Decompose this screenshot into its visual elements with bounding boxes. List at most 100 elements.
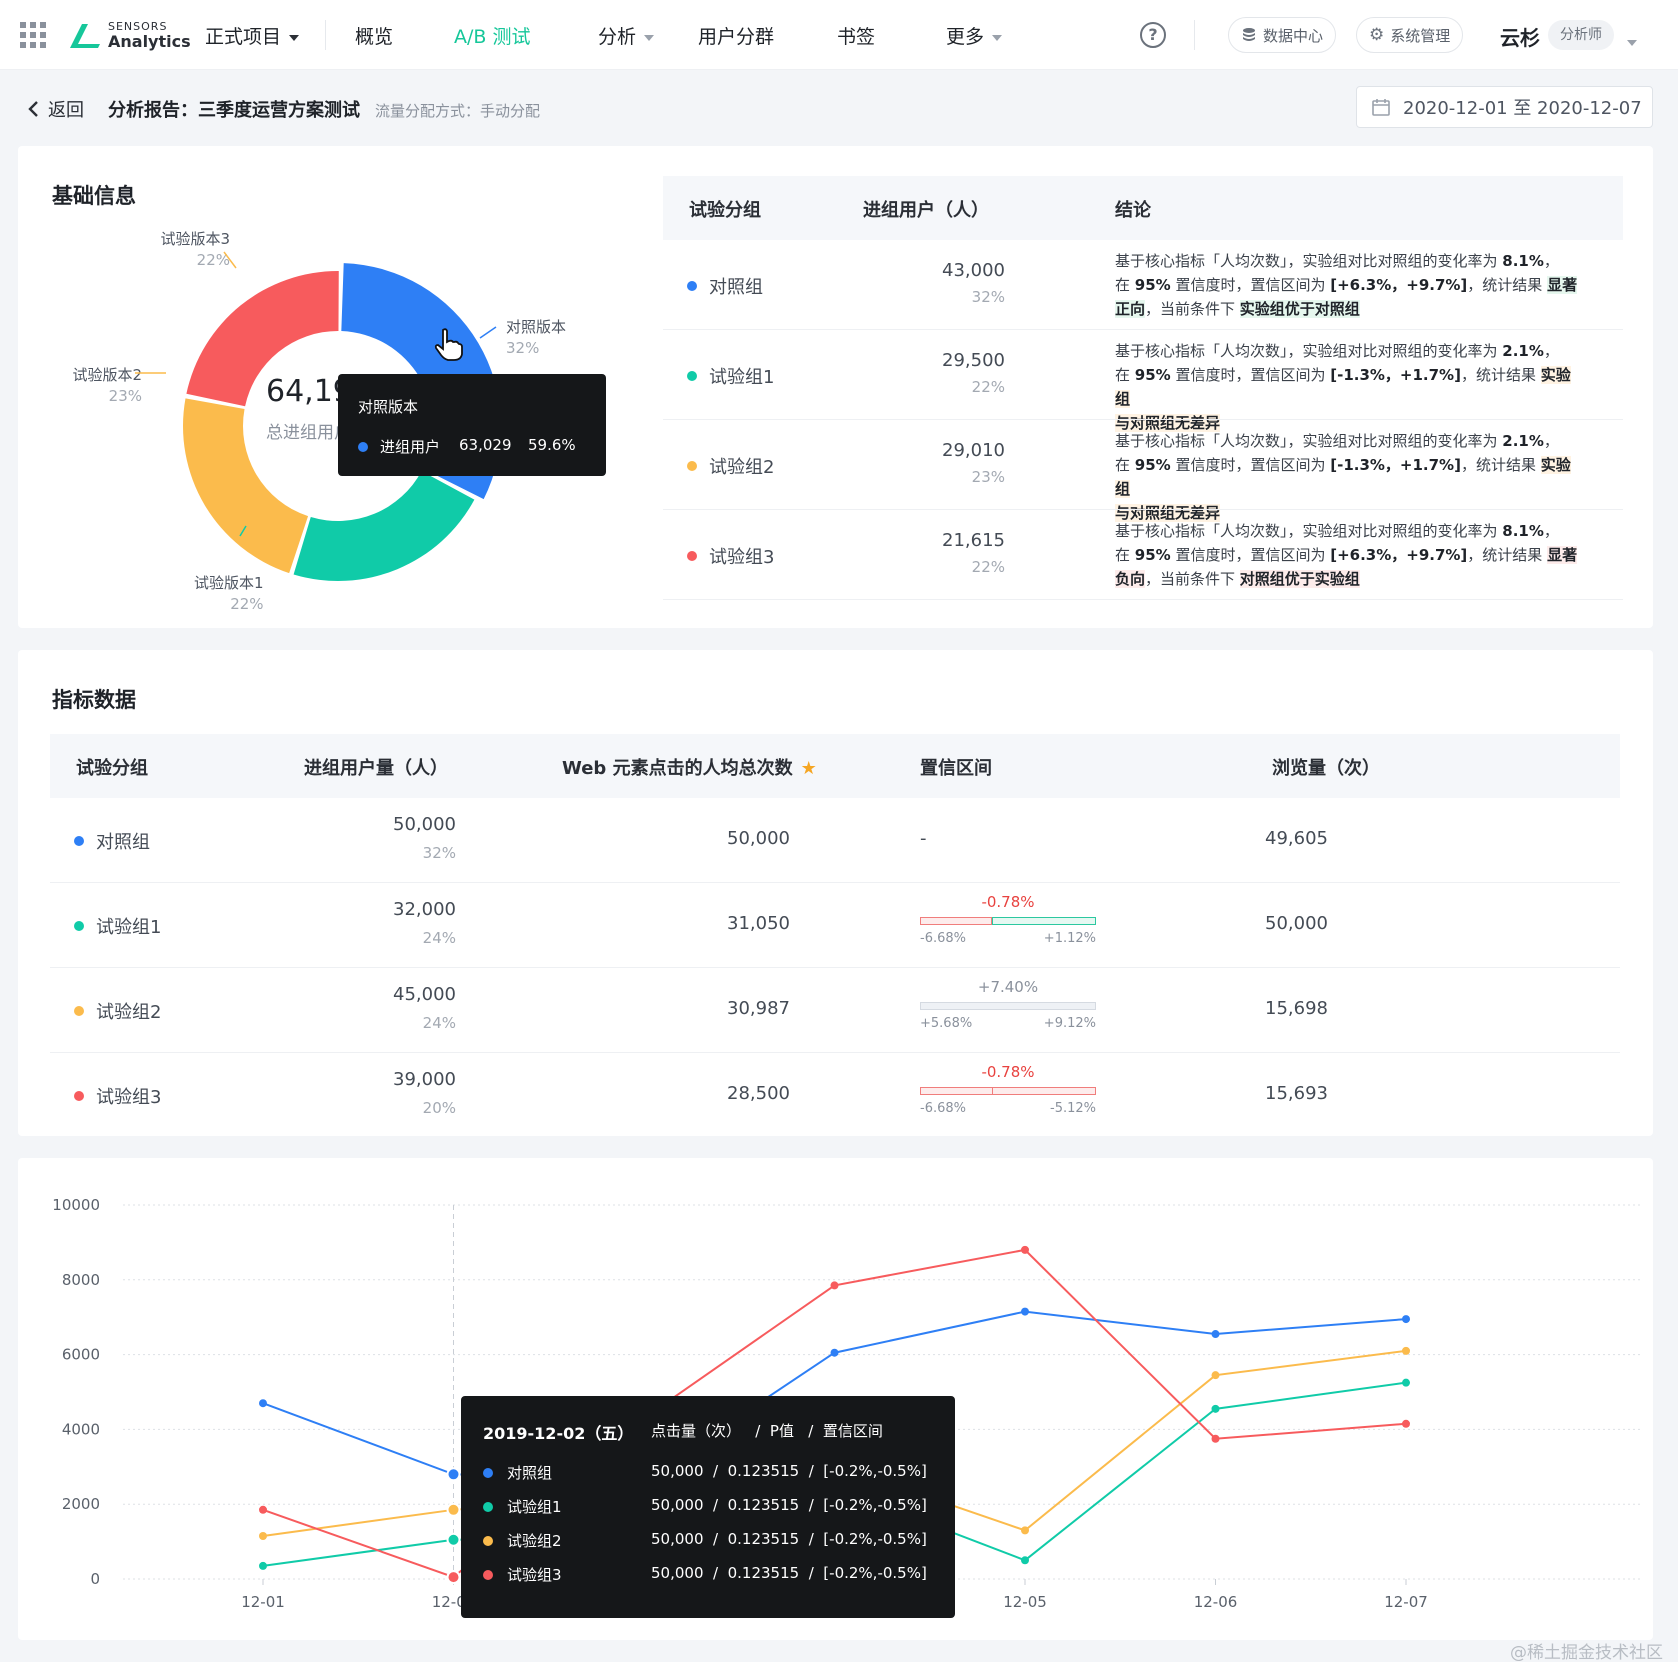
legend-dot [74,921,84,931]
x-tick-label: 12-06 [1194,1593,1238,1611]
series-point[interactable] [1211,1434,1220,1443]
series-point[interactable] [259,1399,267,1408]
ci-low: +5.68% [920,1016,973,1031]
table-row: 试验组1 29,500 22% 基于核心指标「人均次数」，实验组对比对照组的变化… [663,330,1623,432]
tooltip-title: 对照版本 [358,398,419,416]
group-name: 试验组1 [74,913,161,939]
project-selector[interactable]: 正式项目 [205,22,300,49]
table-row: 对照组 43,000 32% 基于核心指标「人均次数」，实验组对比对照组的变化率… [663,240,1623,330]
group-users-pct: 32% [422,844,456,862]
user-name[interactable]: 云杉 [1500,22,1540,51]
series-point[interactable] [259,1531,267,1540]
basic-info-card: 基础信息 64,195人 总进组用户数 对照版本 32% 试验版本1 22% 试… [18,146,1653,628]
table-row: 试验组1 32,000 24% 31,050 -0.78% -6.68% +1.… [50,883,1620,968]
tooltip-date: 2019-12-02（五） [483,1424,634,1443]
data-center-button[interactable]: 数据中心 [1228,17,1337,53]
nav-ab-test[interactable]: A/B 测试 [454,22,530,49]
series-point[interactable] [830,1281,839,1290]
series-point[interactable] [1402,1419,1410,1428]
group-name: 试验组3 [687,543,774,569]
series-point[interactable] [1021,1307,1029,1316]
y-tick-label: 8000 [62,1271,100,1289]
legend-dot [483,1570,493,1580]
series-point[interactable] [1211,1330,1220,1339]
nav-overview[interactable]: 概览 [355,22,393,49]
ci-value: - [920,828,927,849]
nav-analysis[interactable]: 分析 [598,22,655,49]
group-users-pct: 24% [422,929,456,947]
series-point[interactable] [446,1532,461,1547]
series-point[interactable] [1211,1371,1220,1380]
tooltip-series-values: 50,000 / 0.123515 / [-0.2%,-0.5%] [651,1462,927,1480]
ci-center: -0.78% [981,893,1035,911]
series-point[interactable] [1021,1245,1029,1254]
series-point[interactable] [446,1570,461,1585]
series-point[interactable] [1402,1315,1410,1324]
group-users-pct: 22% [971,378,1005,396]
nav-user-segments[interactable]: 用户分群 [698,22,774,49]
ci-low: -6.68% [920,1101,966,1116]
series-point[interactable] [1021,1526,1029,1535]
col-users: 进组用户（人） [863,200,989,221]
tooltip-series-values: 50,000 / 0.123515 / [-0.2%,-0.5%] [651,1564,927,1582]
logo[interactable]: SENSORS Analytics [68,18,191,54]
series-point[interactable] [1021,1556,1029,1565]
nav-bookmarks[interactable]: 书签 [837,22,875,49]
series-point[interactable] [1211,1404,1220,1413]
app-grid-icon[interactable] [20,22,46,48]
group-users-pct: 23% [971,468,1005,486]
star-icon: ★ [800,758,817,779]
back-button[interactable]: 返回 [26,96,84,122]
donut-tooltip: 对照版本 进组用户 63,029 59.6% [338,374,606,476]
trend-chart-card: 020004000600080001000012-0112-0212-0312-… [18,1158,1653,1640]
col-group: 试验分组 [689,200,761,221]
group-users-pct: 20% [422,1099,456,1117]
series-point[interactable] [446,1467,461,1482]
help-icon[interactable]: ? [1140,22,1166,48]
report-title: 分析报告：三季度运营方案测试 [108,100,360,121]
ci-bar-negative [920,1087,1096,1095]
series-point[interactable] [1402,1378,1410,1387]
series-point[interactable] [446,1502,461,1517]
nav-more[interactable]: 更多 [946,22,1003,49]
group-users: 32,000 [393,899,456,920]
legend-dot [483,1536,493,1546]
group-name: 试验组2 [687,453,774,479]
group-users-pct: 32% [971,288,1005,306]
chevron-down-icon [644,34,655,41]
tooltip-label: 进组用户 [380,438,441,456]
legend-dot [687,371,697,381]
group-users: 21,615 [942,530,1005,551]
col-clicks: Web 元素点击的人均总次数 ★ [562,758,817,779]
group-name: 对照组 [687,273,763,299]
ci-bar-wrap [920,917,1096,925]
y-tick-label: 10000 [52,1196,100,1214]
database-icon [1243,28,1255,41]
col-views: 浏览量（次） [1272,758,1380,779]
tooltip-row: 试验组1 50,000 / 0.123515 / [-0.2%,-0.5%] [483,1494,943,1520]
series-point[interactable] [830,1348,839,1357]
click-value: 31,050 [727,913,790,934]
allocation-method: 流量分配方式：手动分配 [375,102,541,120]
ci-bar-tick [992,1087,993,1095]
series-point[interactable] [1402,1346,1410,1355]
tooltip-row: 试验组2 50,000 / 0.123515 / [-0.2%,-0.5%] [483,1528,943,1554]
group-users: 29,500 [942,350,1005,371]
tooltip-row: 对照组 50,000 / 0.123515 / [-0.2%,-0.5%] [483,1460,943,1486]
ci-center: -0.78% [981,1063,1035,1081]
x-tick-label: 12-05 [1003,1593,1047,1611]
group-name: 试验组1 [687,363,774,389]
x-tick-label: 12-01 [241,1593,285,1611]
legend-dot [74,1091,84,1101]
system-management-button[interactable]: ⚙ 系统管理 [1356,17,1464,53]
chevron-down-icon [289,34,300,41]
chevron-down-icon [992,34,1003,41]
series-point[interactable] [259,1505,267,1514]
legend-dot [687,551,697,561]
date-range-picker[interactable]: 2020-12-01 至 2020-12-07 [1356,86,1653,128]
tooltip-series-name: 试验组3 [507,1566,562,1584]
chevron-left-icon [28,101,38,117]
line-tooltip: 2019-12-02（五） 点击量（次） / P值 / 置信区间 对照组 50,… [461,1396,955,1618]
user-menu-chevron-icon[interactable] [1627,32,1637,51]
series-point[interactable] [259,1561,267,1570]
